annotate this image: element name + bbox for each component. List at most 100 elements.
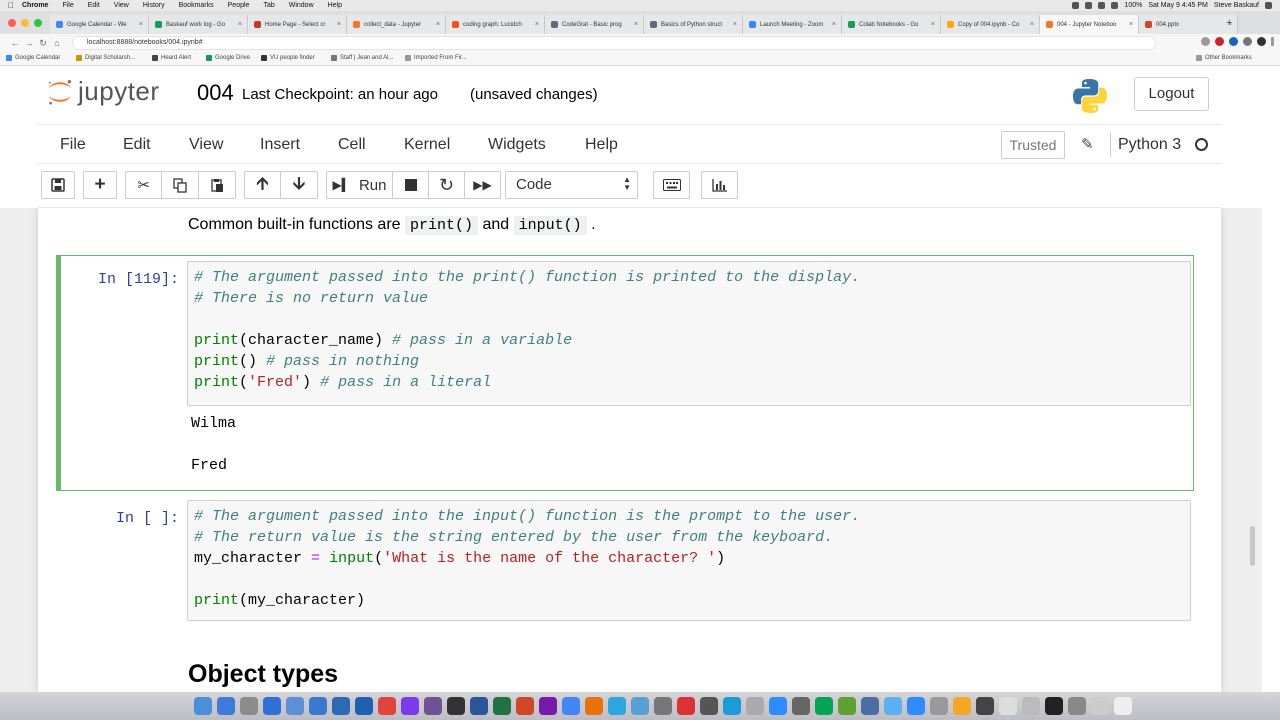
browser-tab[interactable]: coding graph: Lucidch × [446,15,545,34]
mac-menu-people[interactable]: People [228,2,250,9]
restart-run-all-button[interactable]: ▶▶ [465,171,501,199]
dock-app-icon[interactable] [608,697,626,715]
dock-app-icon[interactable] [447,697,465,715]
dock-app-icon[interactable] [746,697,764,715]
code-cell-selected[interactable]: In [119]: # The argument passed into the… [56,255,1194,491]
close-tab-icon[interactable]: × [139,21,143,28]
browser-tab[interactable]: Colab Notebooks - Go × [842,15,941,34]
mac-menu-history[interactable]: History [143,2,165,9]
dock-app-icon[interactable] [654,697,672,715]
dock-app-icon[interactable] [838,697,856,715]
insert-cell-below-button[interactable]: + [83,171,117,199]
browser-tab[interactable]: 004.pptx × [1139,15,1238,34]
code-editor[interactable]: # The argument passed into the print() f… [187,261,1191,406]
menu-help[interactable]: Help [585,136,618,154]
dock-app-icon[interactable] [286,697,304,715]
browser-tab[interactable]: collect_data - Jupyter × [347,15,446,34]
dock-app-icon[interactable] [194,697,212,715]
clock[interactable]: Sat May 9 4:45 PM [1148,2,1208,9]
bookmark-item[interactable]: Imported From Fir... [405,55,467,61]
mac-menu-tab[interactable]: Tab [263,2,274,9]
dock-app-icon[interactable] [1114,697,1132,715]
close-tab-icon[interactable]: × [931,21,935,28]
tray-icon[interactable] [1098,2,1106,9]
address-bar[interactable]: localhost:8888/notebooks/004.ipynb# [72,36,1156,50]
search-icon[interactable] [1265,2,1272,9]
trusted-indicator[interactable]: Trusted [1001,131,1065,159]
other-bookmarks[interactable]: Other Bookmarks [1196,55,1252,61]
dock-app-icon[interactable] [1068,697,1086,715]
run-button[interactable]: ▶▍ Run [326,171,393,199]
dock-app-icon[interactable] [562,697,580,715]
dock-app-icon[interactable] [769,697,787,715]
dock-app-icon[interactable] [401,697,419,715]
dock-app-icon[interactable] [999,697,1017,715]
back-icon[interactable]: ← [8,38,22,48]
close-tab-icon[interactable]: × [1129,21,1133,28]
close-tab-icon[interactable]: × [733,21,737,28]
close-window-icon[interactable] [8,19,16,27]
extension-icon[interactable] [1215,37,1224,46]
bookmark-item[interactable]: Google Drive [206,55,250,61]
dock-app-icon[interactable] [217,697,235,715]
mac-menu-app[interactable]: Chrome [22,2,48,9]
dock-app-icon[interactable] [792,697,810,715]
page-scrollbar[interactable] [1250,526,1255,566]
menu-cell[interactable]: Cell [338,136,366,154]
bookmark-item[interactable]: Staff | Jean and Al... [331,55,393,61]
jupyter-logo[interactable]: jupyter [46,76,160,107]
markdown-heading[interactable]: Object types [188,660,338,689]
tray-icon[interactable] [1072,2,1080,9]
bookmark-item[interactable]: VU people finder [261,55,315,61]
close-tab-icon[interactable]: × [337,21,341,28]
home-icon[interactable]: ⌂ [50,38,64,48]
interrupt-kernel-button[interactable] [393,171,429,199]
dock-app-icon[interactable] [700,697,718,715]
menu-insert[interactable]: Insert [260,136,300,154]
extension-icon[interactable] [1201,37,1210,46]
dock-app-icon[interactable] [309,697,327,715]
mac-menu-bookmarks[interactable]: Bookmarks [179,2,214,9]
dock-app-icon[interactable] [930,697,948,715]
browser-tab[interactable]: Basics of Python struct × [644,15,743,34]
mac-menu-view[interactable]: View [114,2,129,9]
code-editor[interactable]: # The argument passed into the input() f… [187,500,1191,621]
menu-widgets[interactable]: Widgets [488,136,546,154]
extension-icon[interactable] [1243,37,1252,46]
copy-cells-button[interactable] [162,171,199,199]
paste-cells-button[interactable] [199,171,236,199]
bookmark-item[interactable]: Digital Scholarsh... [76,55,135,61]
bar-chart-button[interactable] [701,171,738,199]
dock-app-icon[interactable] [263,697,281,715]
dock-app-icon[interactable] [677,697,695,715]
browser-tab[interactable]: Baskauf work log - Go × [149,15,248,34]
dock-app-icon[interactable] [907,697,925,715]
browser-tab[interactable]: Launch Meeting - Zoom × [743,15,842,34]
browser-tab[interactable]: Copy of 004.ipynb - Co × [941,15,1040,34]
dock-app-icon[interactable] [378,697,396,715]
markdown-cell[interactable]: Common built-in functions are print() an… [188,216,596,235]
dock-app-icon[interactable] [815,697,833,715]
minimize-window-icon[interactable] [21,19,29,27]
user-name[interactable]: Steve Baskauf [1214,2,1259,9]
browser-tab[interactable]: Home Page - Select cr × [248,15,347,34]
restart-kernel-button[interactable]: ↻ [429,171,465,199]
logout-button[interactable]: Logout [1134,77,1209,111]
move-cell-down-button[interactable]: 🡫 [281,171,318,199]
mac-menu-help[interactable]: Help [328,2,342,9]
code-cell[interactable]: In [ ]: # The argument passed into the i… [56,498,1194,623]
dock-app-icon[interactable] [1045,697,1063,715]
reload-icon[interactable]: ↻ [36,38,50,49]
menu-edit[interactable]: Edit [123,136,151,154]
profile-avatar[interactable] [1257,37,1266,46]
close-tab-icon[interactable]: × [535,21,539,28]
bookmark-item[interactable]: Heard Alert [152,55,191,61]
dock-app-icon[interactable] [240,697,258,715]
command-palette-button[interactable] [653,171,690,199]
close-tab-icon[interactable]: × [634,21,638,28]
mac-menu-file[interactable]: File [62,2,73,9]
dock-app-icon[interactable] [355,697,373,715]
mac-menu-window[interactable]: Window [289,2,314,9]
dock-app-icon[interactable] [424,697,442,715]
close-tab-icon[interactable]: × [436,21,440,28]
